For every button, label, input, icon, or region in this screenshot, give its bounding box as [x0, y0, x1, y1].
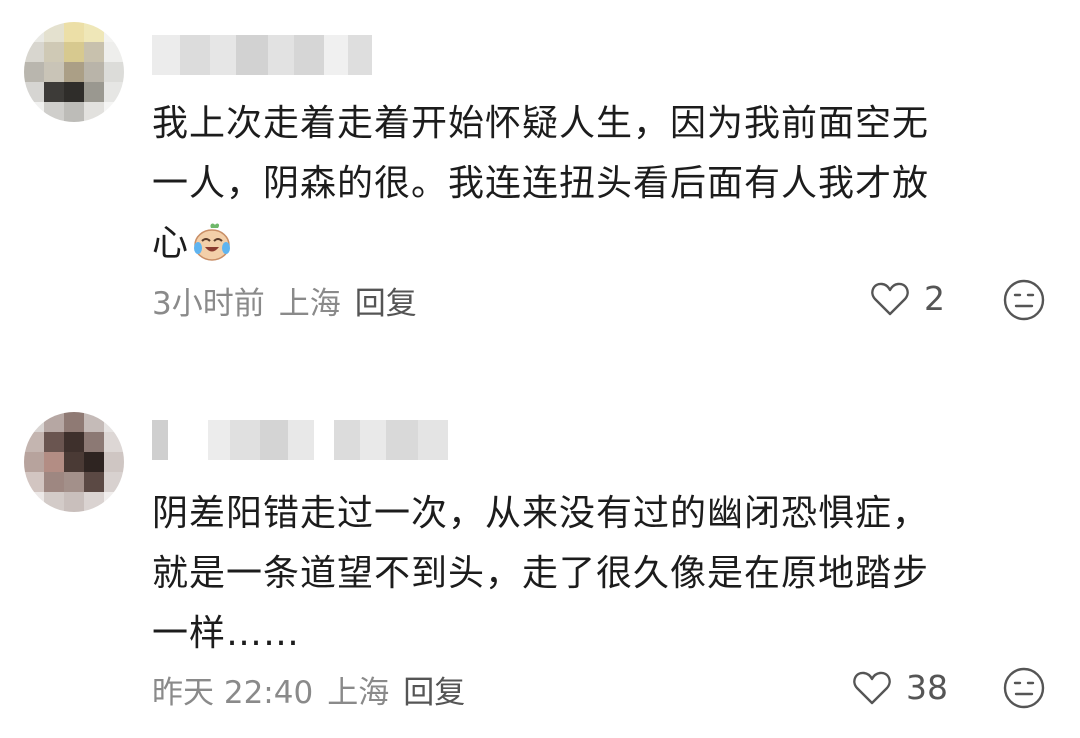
comment-text-line: 就是一条道望不到头，走了很久像是在原地踏步 — [152, 553, 930, 594]
comment-text-line: 我上次走着走着开始怀疑人生，因为我前面空无 — [152, 103, 930, 144]
like-count: 2 — [924, 279, 945, 318]
comment-meta: 昨天 22:40 上海 回复 — [152, 667, 465, 712]
heart-outline-icon — [871, 282, 909, 315]
like-button[interactable]: 2 — [870, 279, 945, 318]
comment-time: 昨天 22:40 — [152, 675, 314, 711]
heart-outline-icon — [853, 671, 891, 704]
comment-location: 上海 — [278, 286, 341, 322]
comment-location: 上海 — [327, 675, 390, 711]
crying-laughing-emoji-icon — [194, 223, 231, 261]
like-button[interactable]: 38 — [852, 668, 948, 707]
username-blurred[interactable] — [152, 420, 448, 460]
reply-button[interactable]: 回复 — [355, 278, 417, 323]
like-count: 38 — [906, 668, 948, 707]
comment-text: 我上次走着走着开始怀疑人生，因为我前面空无 一人，阴森的很。我连连扭头看后面有人… — [152, 94, 1052, 274]
neutral-face-icon[interactable] — [1002, 278, 1046, 322]
neutral-face-icon[interactable] — [1002, 666, 1046, 710]
comment-text-line: 心 — [152, 214, 1052, 274]
avatar[interactable] — [24, 412, 124, 512]
username-blurred[interactable] — [152, 35, 372, 75]
comment-time: 3小时前 — [152, 286, 265, 322]
comment-text: 阴差阳错走过一次，从来没有过的幽闭恐惧症， 就是一条道望不到头，走了很久像是在原… — [152, 484, 1052, 664]
comment-text-line: 一样…… — [152, 613, 301, 654]
comment-meta: 3小时前 上海 回复 — [152, 278, 417, 323]
reply-button[interactable]: 回复 — [403, 667, 465, 712]
avatar[interactable] — [24, 22, 124, 122]
comment-text-line: 一人，阴森的很。我连连扭头看后面有人我才放 — [152, 163, 930, 204]
comment-text-line: 阴差阳错走过一次，从来没有过的幽闭恐惧症， — [152, 493, 930, 534]
